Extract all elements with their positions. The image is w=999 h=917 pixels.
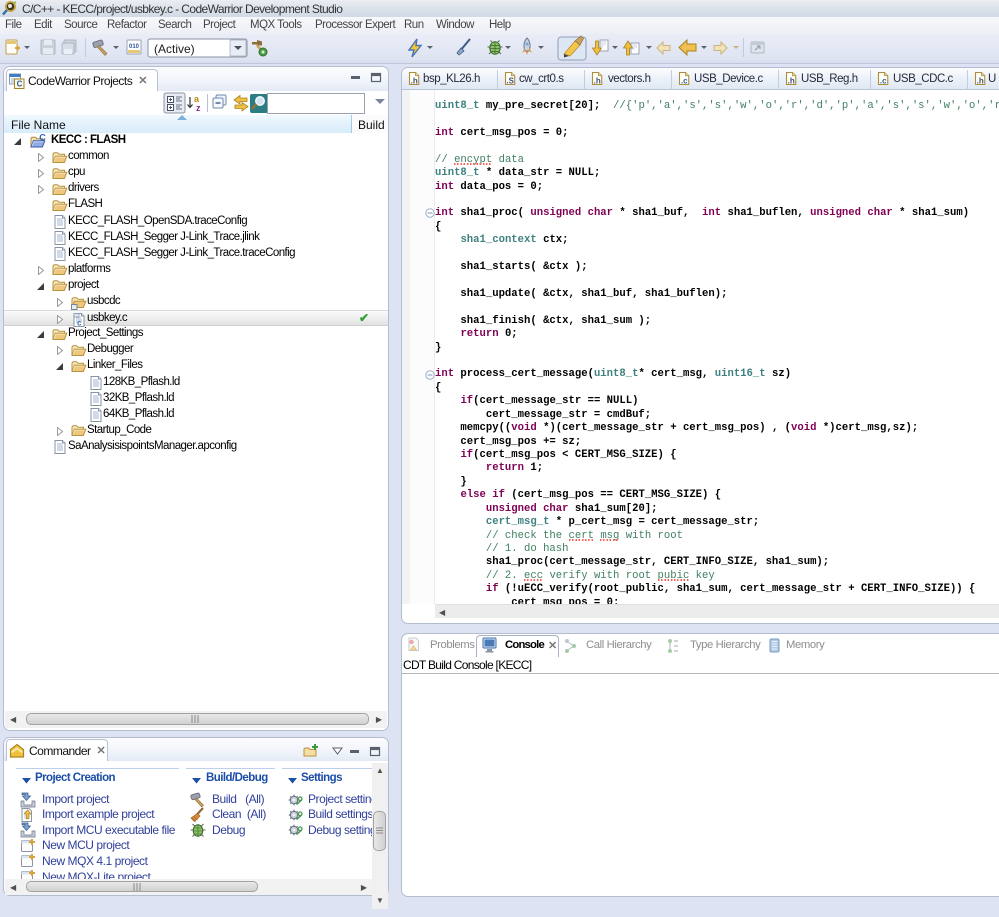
svg-text:.h: .h	[411, 77, 418, 86]
svg-text:.h: .h	[594, 77, 601, 86]
svg-text:.c: .c	[681, 77, 688, 86]
svg-text:z: z	[196, 103, 201, 113]
svg-text:.S: .S	[506, 77, 514, 86]
svg-text:.h: .h	[977, 77, 984, 86]
svg-text:.h: .h	[788, 77, 795, 86]
svg-text:010: 010	[129, 44, 140, 50]
svg-text:C: C	[17, 79, 23, 88]
svg-text:.c: .c	[880, 77, 887, 86]
svg-text:(Active): (Active)	[154, 42, 195, 56]
